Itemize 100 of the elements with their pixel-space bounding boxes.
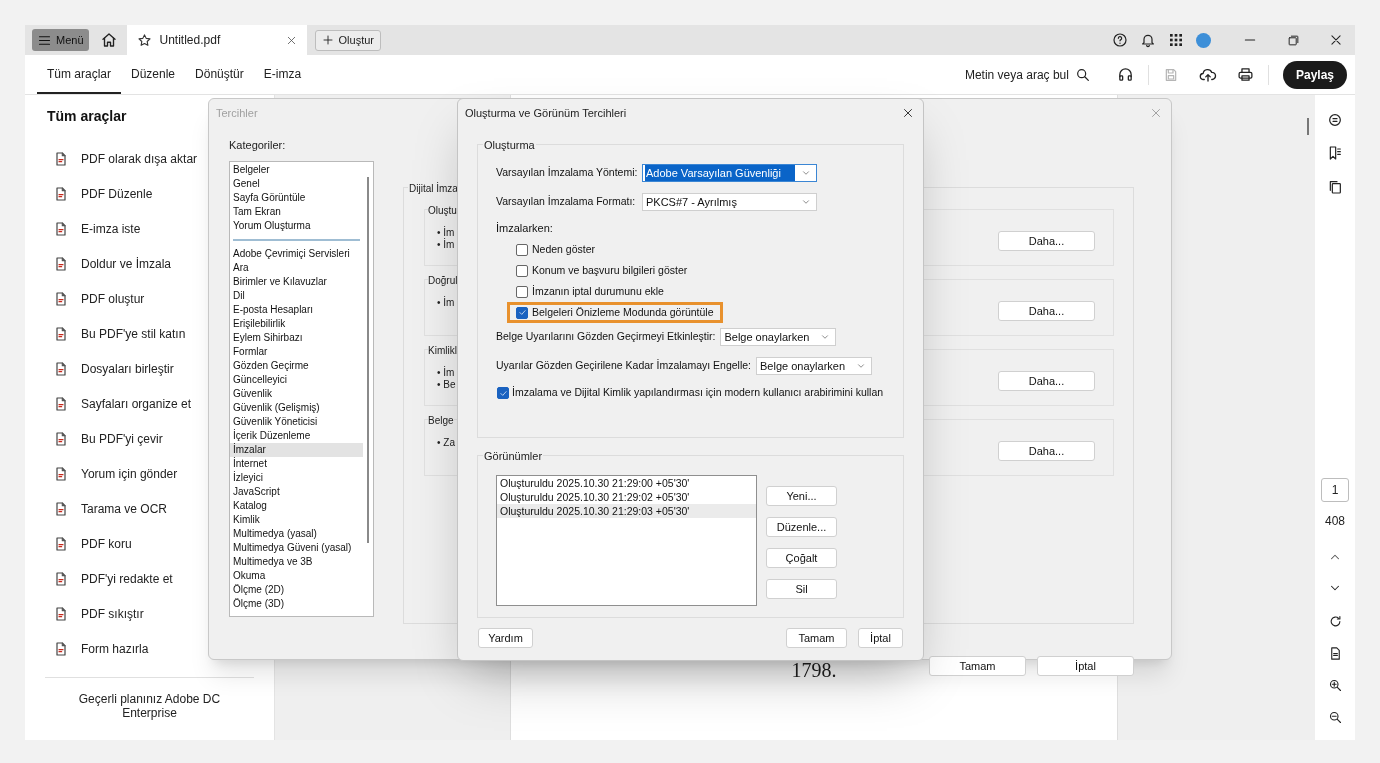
- category-item[interactable]: İmzalar: [230, 443, 363, 457]
- page-text: 1798.: [791, 658, 837, 683]
- list-item[interactable]: Oluşturuldu 2025.10.30 21:29:02 +05'30': [497, 490, 756, 504]
- close-icon[interactable]: [285, 34, 297, 46]
- category-item[interactable]: Gözden Geçirme: [230, 359, 363, 373]
- home-icon[interactable]: [99, 31, 118, 49]
- category-item[interactable]: Kimlik: [230, 513, 363, 527]
- dialog-button[interactable]: Çoğalt: [766, 548, 837, 568]
- category-item[interactable]: Genel: [230, 177, 363, 191]
- category-item[interactable]: Multimedya Güveni (yasal): [230, 541, 363, 555]
- dropdown[interactable]: Belge onaylarken: [756, 357, 873, 375]
- category-item[interactable]: Güvenlik: [230, 387, 363, 401]
- section-title: Belge: [428, 413, 454, 428]
- group-title: Dijital İmza: [408, 181, 459, 196]
- toolbar-tab[interactable]: E-imza: [253, 55, 312, 94]
- dialog-button[interactable]: Sil: [766, 579, 837, 599]
- more-button[interactable]: Daha...: [998, 441, 1095, 461]
- list-item[interactable]: Oluşturuldu 2025.10.30 21:29:00 +05'30': [497, 476, 756, 490]
- checkbox[interactable]: [497, 387, 509, 399]
- star-icon[interactable]: [136, 32, 152, 48]
- category-item[interactable]: İçerik Düzenleme: [230, 429, 363, 443]
- checkbox[interactable]: [516, 306, 528, 319]
- close-icon[interactable]: [902, 107, 914, 119]
- checkbox-label: Konum ve başvuru bilgileri göster: [532, 262, 688, 278]
- copy-icon[interactable]: [1327, 179, 1343, 195]
- document-icon: [53, 150, 69, 167]
- tool-item[interactable]: Form hazırla: [25, 631, 274, 666]
- category-item[interactable]: Dil: [230, 289, 363, 303]
- category-item[interactable]: Formlar: [230, 345, 363, 359]
- toolbar-tab[interactable]: Düzenle: [121, 55, 186, 94]
- zoom-in-icon[interactable]: [1327, 678, 1343, 693]
- category-item[interactable]: Erişilebilirlik: [230, 317, 363, 331]
- help-icon[interactable]: [1112, 32, 1128, 48]
- headphones-icon[interactable]: [1116, 66, 1134, 83]
- dropdown[interactable]: PKCS#7 - Ayrılmış: [642, 193, 817, 211]
- document-tab[interactable]: Untitled.pdf: [126, 25, 307, 55]
- dialog-button[interactable]: Tamam: [786, 628, 847, 648]
- category-item[interactable]: Güvenlik (Gelişmiş): [230, 401, 363, 415]
- category-item[interactable]: Katalog: [230, 499, 363, 513]
- category-item[interactable]: E-posta Hesapları: [230, 303, 363, 317]
- page-number-field[interactable]: 1: [1321, 478, 1349, 502]
- checkbox[interactable]: [516, 243, 528, 256]
- scrollbar-thumb[interactable]: [1307, 118, 1309, 135]
- dialog-button[interactable]: İptal: [1037, 656, 1134, 676]
- restore-icon[interactable]: [1287, 33, 1300, 47]
- close-icon[interactable]: [1329, 33, 1343, 47]
- document-icon: [53, 535, 69, 552]
- document-icon: [53, 395, 69, 412]
- more-button[interactable]: Daha...: [998, 371, 1095, 391]
- share-button[interactable]: Paylaş: [1282, 60, 1347, 89]
- dialog-button[interactable]: Tamam: [929, 656, 1026, 676]
- category-item[interactable]: Birimler ve Kılavuzlar: [230, 275, 363, 289]
- document-icon: [53, 185, 69, 202]
- category-item[interactable]: Tam Ekran: [230, 205, 363, 219]
- category-item[interactable]: Multimedya ve 3B: [230, 555, 363, 569]
- chevron-down-icon: [801, 197, 811, 207]
- category-item[interactable]: Adobe Çevrimiçi Servisleri: [230, 247, 363, 261]
- category-item[interactable]: Sayfa Görüntüle: [230, 191, 363, 205]
- dropdown[interactable]: Belge onaylarken: [720, 328, 837, 346]
- apps-grid-icon[interactable]: [1168, 32, 1184, 48]
- dropdown-value: PKCS#7 - Ayrılmış: [645, 194, 738, 210]
- bullet-text: • İm: [437, 239, 455, 251]
- category-item[interactable]: İnternet: [230, 457, 363, 471]
- category-item[interactable]: Okuma: [230, 569, 363, 583]
- comment-icon[interactable]: [1327, 112, 1343, 128]
- search-field[interactable]: Metin veya araç bul: [960, 60, 1095, 89]
- scrollbar-thumb[interactable]: [367, 177, 369, 543]
- menu-button[interactable]: Menü: [32, 29, 89, 51]
- bell-icon[interactable]: [1140, 32, 1156, 48]
- dialog-button[interactable]: İptal: [858, 628, 903, 648]
- category-item[interactable]: JavaScript: [230, 485, 363, 499]
- category-item[interactable]: Ara: [230, 261, 363, 275]
- dialog-button[interactable]: Düzenle...: [766, 517, 837, 537]
- category-item[interactable]: Belgeler: [230, 163, 363, 177]
- document-icon: [53, 255, 69, 272]
- category-item[interactable]: Güvenlik Yöneticisi: [230, 415, 363, 429]
- toolbar-tab[interactable]: Dönüştür: [185, 55, 254, 94]
- checkbox[interactable]: [516, 264, 528, 277]
- category-item[interactable]: Yorum Oluşturma: [230, 219, 363, 233]
- dialog-button[interactable]: Yeni...: [766, 486, 837, 506]
- document-icon: [53, 500, 69, 517]
- category-item[interactable]: İzleyici: [230, 471, 363, 485]
- dropdown-value: Belge onaylarken: [759, 358, 847, 374]
- category-item[interactable]: Ölçme (3D): [230, 597, 363, 611]
- more-button[interactable]: Daha...: [998, 231, 1095, 251]
- print-icon[interactable]: [1236, 66, 1254, 83]
- category-item[interactable]: Ölçme (2D): [230, 583, 363, 597]
- zoom-out-icon[interactable]: [1327, 710, 1343, 725]
- bookmark-icon[interactable]: [1327, 145, 1343, 161]
- avatar-icon[interactable]: [1196, 32, 1211, 48]
- checkbox-label: Belgeleri Önizleme Modunda görüntüle: [532, 304, 714, 320]
- category-item[interactable]: Multimedya (yasal): [230, 527, 363, 541]
- category-item[interactable]: Güncelleyici: [230, 373, 363, 387]
- list-item[interactable]: Oluşturuldu 2025.10.30 21:29:03 +05'30': [497, 504, 756, 518]
- create-button[interactable]: Oluştur: [314, 29, 381, 51]
- checkbox[interactable]: [516, 285, 528, 298]
- help-button[interactable]: Yardım: [478, 628, 533, 648]
- document-icon: [53, 465, 69, 482]
- category-item[interactable]: Eylem Sihirbazı: [230, 331, 363, 345]
- more-button[interactable]: Daha...: [998, 301, 1095, 321]
